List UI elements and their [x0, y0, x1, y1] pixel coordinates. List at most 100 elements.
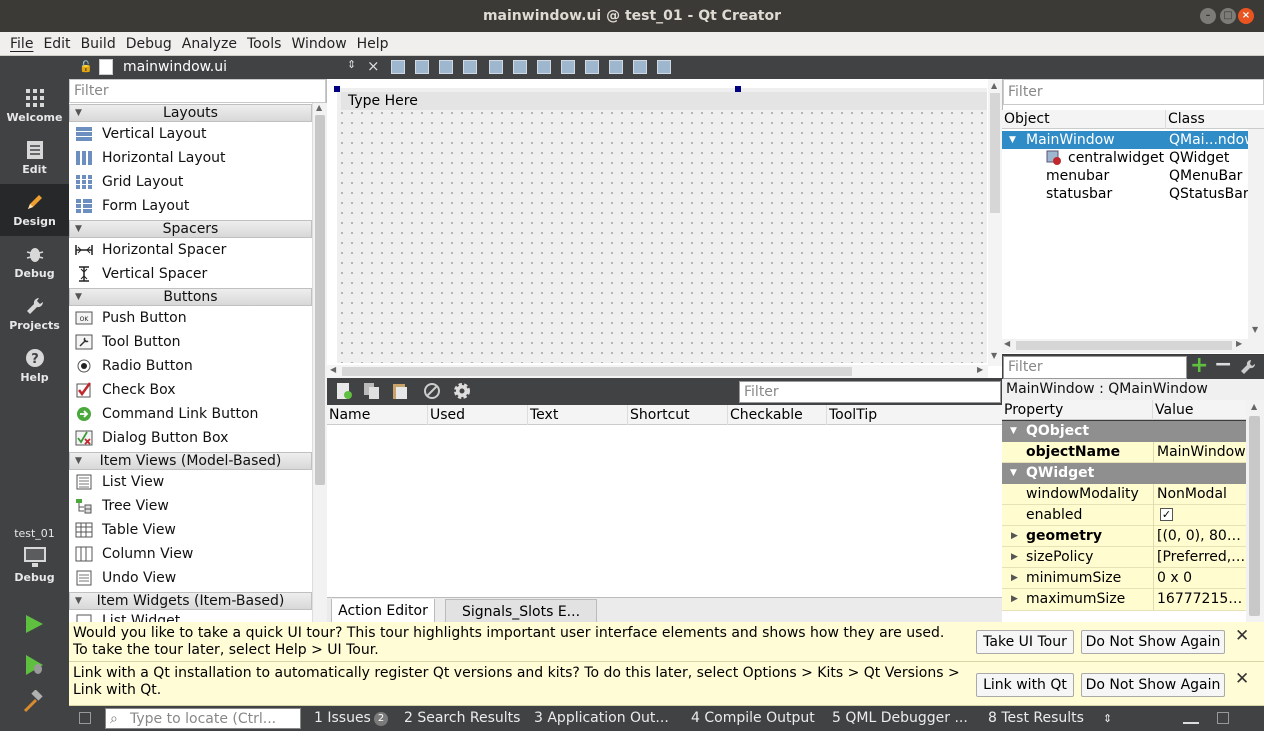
column-property[interactable]: Property — [1002, 400, 1063, 420]
scroll-right-icon[interactable]: ▶ — [1236, 339, 1242, 348]
menu-window[interactable]: Window — [286, 32, 351, 56]
selection-handle[interactable] — [334, 86, 340, 92]
close-infobar-icon[interactable]: ✕ — [1235, 628, 1249, 645]
scroll-right-icon[interactable]: ▶ — [977, 365, 983, 374]
widget-command-link-button[interactable]: Command Link Button — [69, 402, 312, 426]
widget-tree-view[interactable]: Tree View — [69, 494, 312, 518]
settings-gear-icon[interactable] — [453, 382, 471, 400]
scroll-up-icon[interactable]: ▲ — [991, 81, 997, 90]
pane-qml-debugger[interactable]: 5 QML Debugger ... — [832, 706, 968, 731]
property-row-enabled[interactable]: enabled ✓ — [1002, 505, 1246, 526]
scrollbar-thumb[interactable] — [1249, 416, 1260, 616]
scroll-left-icon[interactable]: ◀ — [1004, 339, 1010, 348]
widget-list-view[interactable]: List View — [69, 470, 312, 494]
document-name[interactable]: mainwindow.ui — [123, 56, 227, 79]
scroll-down-icon[interactable]: ▼ — [1252, 325, 1258, 334]
maximize-icon[interactable]: □ — [1220, 8, 1236, 24]
widget-grid-layout[interactable]: Grid Layout — [69, 170, 312, 194]
expand-triangle-icon[interactable]: ▼ — [1010, 463, 1017, 484]
menu-file[interactable]: File — [5, 32, 38, 56]
pane-application-output[interactable]: 3 Application Out... — [534, 706, 669, 731]
widget-horizontal-layout[interactable]: Horizontal Layout — [69, 146, 312, 170]
form-vertical-scrollbar[interactable]: ▲ ▼ — [988, 79, 1002, 366]
run-icon[interactable] — [22, 612, 46, 636]
layout-horizontal-splitter-icon[interactable] — [537, 60, 551, 74]
property-value[interactable]: 0 x 0 — [1153, 568, 1246, 589]
expand-arrow-icon[interactable]: ▶ — [1011, 589, 1018, 610]
widget-push-button[interactable]: OK Push Button — [69, 306, 312, 330]
property-row-maximumsize[interactable]: ▶ maximumSize 16777215 x 16777215 — [1002, 589, 1246, 611]
property-row-windowmodality[interactable]: windowModality NonModal — [1002, 484, 1246, 505]
category-layouts[interactable]: ▼ Layouts — [69, 104, 312, 122]
menu-type-here[interactable]: Type Here — [341, 92, 987, 110]
property-row-objectname[interactable]: objectName MainWindow — [1002, 442, 1246, 463]
widget-form-layout[interactable]: Form Layout — [69, 194, 312, 218]
kit-selector[interactable]: test_01 Debug — [0, 520, 69, 600]
category-buttons[interactable]: ▼ Buttons — [69, 288, 312, 306]
scroll-up-icon[interactable]: ▲ — [1251, 402, 1257, 411]
scroll-down-icon[interactable]: ▼ — [991, 351, 997, 360]
build-hammer-icon[interactable] — [22, 690, 46, 714]
widget-horizontal-spacer[interactable]: Horizontal Spacer — [69, 238, 312, 262]
widget-vertical-spacer[interactable]: Vertical Spacer — [69, 262, 312, 286]
property-value[interactable]: NonModal — [1153, 484, 1246, 505]
wrench-icon[interactable] — [1240, 359, 1256, 375]
widget-box-scrollbar[interactable]: ▲ — [312, 103, 327, 622]
widget-tool-button[interactable]: Tool Button — [69, 330, 312, 354]
mode-edit[interactable]: Edit — [0, 132, 69, 184]
expand-arrow-icon[interactable]: ▶ — [1011, 568, 1018, 589]
column-text[interactable]: Text — [527, 405, 558, 425]
layout-vertical-icon[interactable] — [513, 60, 527, 74]
widget-list-widget[interactable]: List Widget — [69, 610, 312, 622]
property-row-geometry[interactable]: ▶ geometry [(0, 0), 800 x 600] — [1002, 526, 1246, 547]
minimize-icon[interactable]: – — [1200, 8, 1216, 24]
mode-design[interactable]: Design — [0, 184, 69, 236]
updown-icon[interactable]: ⇕ — [347, 58, 356, 71]
property-group-qobject[interactable]: ▼ QObject — [1002, 421, 1246, 442]
tree-row-menubar[interactable]: menubar QMenuBar — [1002, 167, 1248, 185]
edit-tab-order-icon[interactable] — [463, 60, 477, 74]
remove-property-icon[interactable]: − — [1214, 352, 1232, 377]
take-ui-tour-button[interactable]: Take UI Tour — [976, 630, 1074, 654]
more-panes-icon[interactable]: ⇕ — [1103, 706, 1112, 731]
property-value[interactable]: [(0, 0), 800 x 600] — [1153, 526, 1246, 547]
category-item-widgets[interactable]: ▼ Item Widgets (Item-Based) — [69, 592, 312, 610]
toggle-sidebar-icon[interactable] — [79, 712, 91, 724]
scrollbar-thumb[interactable] — [315, 115, 325, 485]
close-icon[interactable]: × — [1238, 8, 1254, 24]
column-tooltip[interactable]: ToolTip — [826, 405, 877, 425]
locator-input[interactable]: ⌕ Type to locate (Ctrl... — [105, 708, 301, 729]
property-value[interactable]: 16777215 x 16777215 — [1153, 589, 1246, 610]
delete-icon[interactable] — [423, 382, 441, 400]
enabled-checkbox[interactable]: ✓ — [1160, 508, 1173, 521]
scroll-up-icon[interactable]: ▲ — [316, 103, 322, 112]
layout-vertical-splitter-icon[interactable] — [561, 60, 575, 74]
property-group-qwidget[interactable]: ▼ QWidget — [1002, 463, 1246, 484]
column-value[interactable]: Value — [1152, 400, 1193, 420]
property-filter-input[interactable]: Filter — [1003, 356, 1187, 379]
expand-arrow-icon[interactable]: ▶ — [1011, 547, 1018, 568]
property-value[interactable]: [Preferred, Preferred] — [1153, 547, 1246, 568]
column-object[interactable]: Object — [1002, 110, 1050, 129]
mode-projects[interactable]: Projects — [0, 288, 69, 340]
widget-undo-view[interactable]: Undo View — [69, 566, 312, 590]
tree-row-mainwindow[interactable]: ▼ MainWindow QMai...ndow — [1002, 131, 1248, 149]
copy-icon[interactable] — [363, 382, 381, 400]
widget-vertical-layout[interactable]: Vertical Layout — [69, 122, 312, 146]
close-infobar-icon[interactable]: ✕ — [1235, 671, 1249, 688]
adjust-size-icon[interactable] — [657, 60, 671, 74]
pane-compile-output[interactable]: 4 Compile Output — [691, 706, 815, 731]
column-checkable[interactable]: Checkable — [727, 405, 803, 425]
scroll-left-icon[interactable]: ◀ — [330, 365, 336, 374]
column-shortcut[interactable]: Shortcut — [627, 405, 690, 425]
do-not-show-again-button[interactable]: Do Not Show Again — [1081, 673, 1225, 697]
layout-form-icon[interactable] — [585, 60, 599, 74]
scrollbar-thumb[interactable] — [990, 93, 1000, 213]
column-class[interactable]: Class — [1165, 110, 1205, 129]
do-not-show-again-button[interactable]: Do Not Show Again — [1081, 630, 1225, 654]
pane-issues[interactable]: 1 Issues 2 — [314, 706, 389, 731]
toggle-right-sidebar-icon[interactable] — [1217, 712, 1229, 724]
add-property-icon[interactable]: + — [1190, 353, 1208, 378]
category-item-views[interactable]: ▼ Item Views (Model-Based) — [69, 452, 312, 470]
expand-triangle-icon[interactable]: ▼ — [1009, 131, 1016, 149]
